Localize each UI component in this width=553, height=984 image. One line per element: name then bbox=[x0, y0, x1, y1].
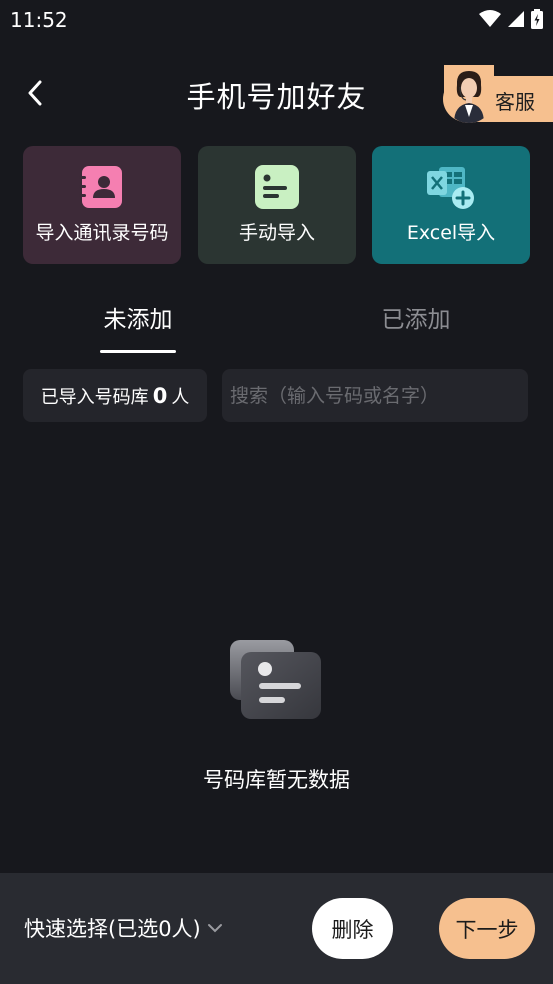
empty-library-icon bbox=[230, 640, 321, 719]
empty-state-message: 号码库暂无数据 bbox=[203, 768, 350, 792]
imported-suffix: 人 bbox=[171, 386, 190, 408]
imported-prefix: 已导入号码库 bbox=[40, 386, 149, 408]
status-time: 11:52 bbox=[10, 8, 68, 32]
tab-added-label: 已添加 bbox=[381, 307, 451, 333]
chevron-down-icon bbox=[207, 924, 222, 933]
tab-active-indicator bbox=[100, 350, 176, 353]
quick-select-dropdown[interactable]: 快速选择(已选0人) bbox=[24, 913, 223, 943]
document-icon bbox=[255, 165, 299, 209]
manual-import-card[interactable]: 手动导入 bbox=[198, 146, 356, 264]
excel-add-icon bbox=[427, 167, 474, 209]
customer-service-button[interactable]: 客服 bbox=[443, 65, 553, 123]
battery-icon bbox=[531, 9, 543, 29]
bottom-bar: 快速选择(已选0人) 删除 下一步 bbox=[0, 873, 553, 984]
imported-count: 0 bbox=[152, 383, 168, 408]
tab-not-added[interactable]: 未添加 bbox=[100, 300, 176, 356]
quick-select-label: 快速选择(已选0人) bbox=[24, 917, 201, 941]
imported-count-box: 已导入号码库 0 人 bbox=[23, 369, 207, 422]
status-icons bbox=[479, 8, 543, 30]
signal-icon bbox=[508, 11, 524, 27]
wifi-icon bbox=[479, 10, 501, 27]
manual-import-label: 手动导入 bbox=[238, 222, 315, 244]
service-avatar bbox=[444, 65, 494, 123]
tab-not-added-label: 未添加 bbox=[103, 307, 173, 333]
import-contacts-card[interactable]: 导入通讯录号码 bbox=[23, 146, 181, 264]
search-input[interactable] bbox=[222, 369, 528, 422]
search-box bbox=[222, 369, 528, 422]
excel-import-card[interactable]: Excel导入 bbox=[372, 146, 530, 264]
status-bar: 11:52 bbox=[0, 0, 553, 38]
delete-button[interactable]: 删除 bbox=[312, 898, 393, 959]
tab-added[interactable]: 已添加 bbox=[378, 300, 454, 356]
contacts-book-icon bbox=[79, 166, 122, 208]
header: 手机号加好友 客服 bbox=[0, 60, 553, 130]
import-contacts-label: 导入通讯录号码 bbox=[35, 222, 169, 244]
next-step-button[interactable]: 下一步 bbox=[439, 898, 535, 959]
service-label: 客服 bbox=[495, 90, 535, 114]
excel-import-label: Excel导入 bbox=[406, 222, 496, 244]
